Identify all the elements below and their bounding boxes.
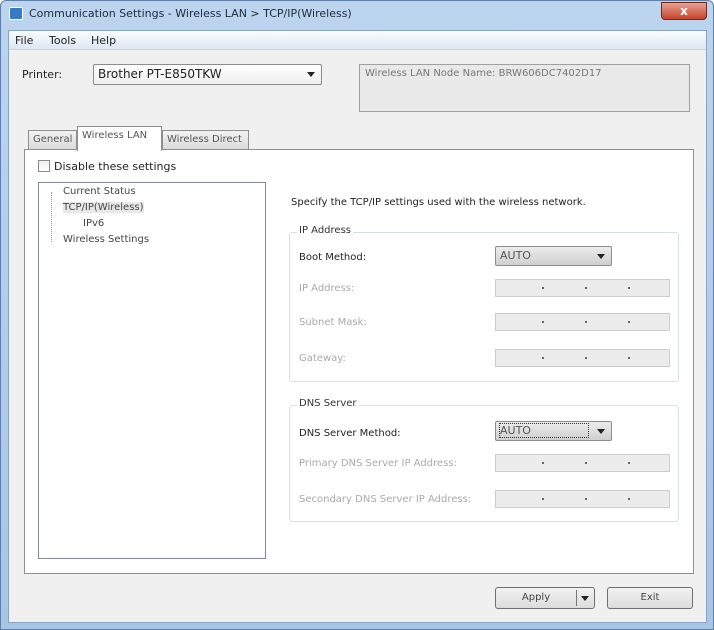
menu-tools[interactable]: Tools (49, 34, 76, 47)
tree-line (51, 192, 52, 242)
apply-button[interactable]: Apply (495, 587, 595, 609)
primary-dns-field[interactable] (495, 454, 670, 472)
dns-method-select[interactable]: AUTO (495, 421, 612, 441)
node-name-box: Wireless LAN Node Name: BRW606DC7402D17 (359, 64, 690, 112)
app-icon (9, 7, 23, 20)
disable-label: Disable these settings (54, 160, 177, 173)
primary-dns-label: Primary DNS Server IP Address: (299, 458, 457, 469)
chevron-down-icon (597, 254, 605, 259)
tab-panel: Disable these settings Current Status TC… (24, 149, 694, 574)
split-divider (576, 590, 577, 606)
apply-label: Apply (521, 592, 551, 603)
client-area: File Tools Help Printer: Brother PT-E850… (8, 30, 707, 623)
gateway-field[interactable] (495, 349, 670, 367)
tab-wireless-lan[interactable]: Wireless LAN (77, 126, 162, 151)
menu-bar: File Tools Help (9, 31, 706, 50)
boot-method-select[interactable]: AUTO (495, 246, 612, 266)
chevron-down-icon (307, 72, 315, 77)
tree-item-tcpip[interactable]: TCP/IP(Wireless) (63, 202, 144, 213)
dns-group-title: DNS Server (297, 398, 359, 409)
subnet-mask-field[interactable] (495, 313, 670, 331)
ip-group-title: IP Address (297, 225, 353, 236)
disable-checkbox[interactable] (38, 160, 50, 172)
window-title: Communication Settings - Wireless LAN > … (29, 7, 352, 20)
gateway-label: Gateway: (299, 353, 346, 364)
dns-server-group: DNS Server DNS Server Method: AUTO Prima… (289, 398, 679, 522)
printer-select[interactable]: Brother PT-E850TKW (93, 64, 322, 85)
chevron-down-icon (597, 429, 605, 434)
printer-label: Printer: (22, 68, 63, 81)
boot-method-label: Boot Method: (299, 252, 367, 263)
dns-method-value: AUTO (499, 423, 589, 438)
tree-item-wireless-settings[interactable]: Wireless Settings (63, 234, 149, 245)
ip-address-label: IP Address: (299, 283, 355, 294)
subnet-mask-label: Subnet Mask: (299, 317, 367, 328)
boot-method-value: AUTO (500, 249, 531, 262)
tab-wireless-direct[interactable]: Wireless Direct (162, 130, 249, 150)
tree-item-ipv6[interactable]: IPv6 (83, 218, 104, 229)
ip-address-group: IP Address Boot Method: AUTO IP Address:… (289, 225, 679, 382)
window: Communication Settings - Wireless LAN > … (0, 0, 714, 630)
dns-method-label: DNS Server Method: (299, 428, 401, 439)
tab-general[interactable]: General (28, 130, 77, 150)
ip-address-field[interactable] (495, 279, 670, 297)
printer-value: Brother PT-E850TKW (98, 67, 222, 81)
settings-tree[interactable]: Current Status TCP/IP(Wireless) IPv6 Wir… (38, 182, 266, 559)
close-button[interactable]: x (661, 2, 707, 20)
menu-help[interactable]: Help (91, 34, 116, 47)
chevron-down-icon[interactable] (581, 596, 589, 601)
tree-item-current-status[interactable]: Current Status (63, 186, 136, 197)
secondary-dns-label: Secondary DNS Server IP Address: (299, 494, 472, 505)
menu-file[interactable]: File (15, 34, 33, 47)
exit-button[interactable]: Exit (607, 587, 693, 609)
secondary-dns-field[interactable] (495, 490, 670, 508)
description: Specify the TCP/IP settings used with th… (291, 197, 586, 208)
